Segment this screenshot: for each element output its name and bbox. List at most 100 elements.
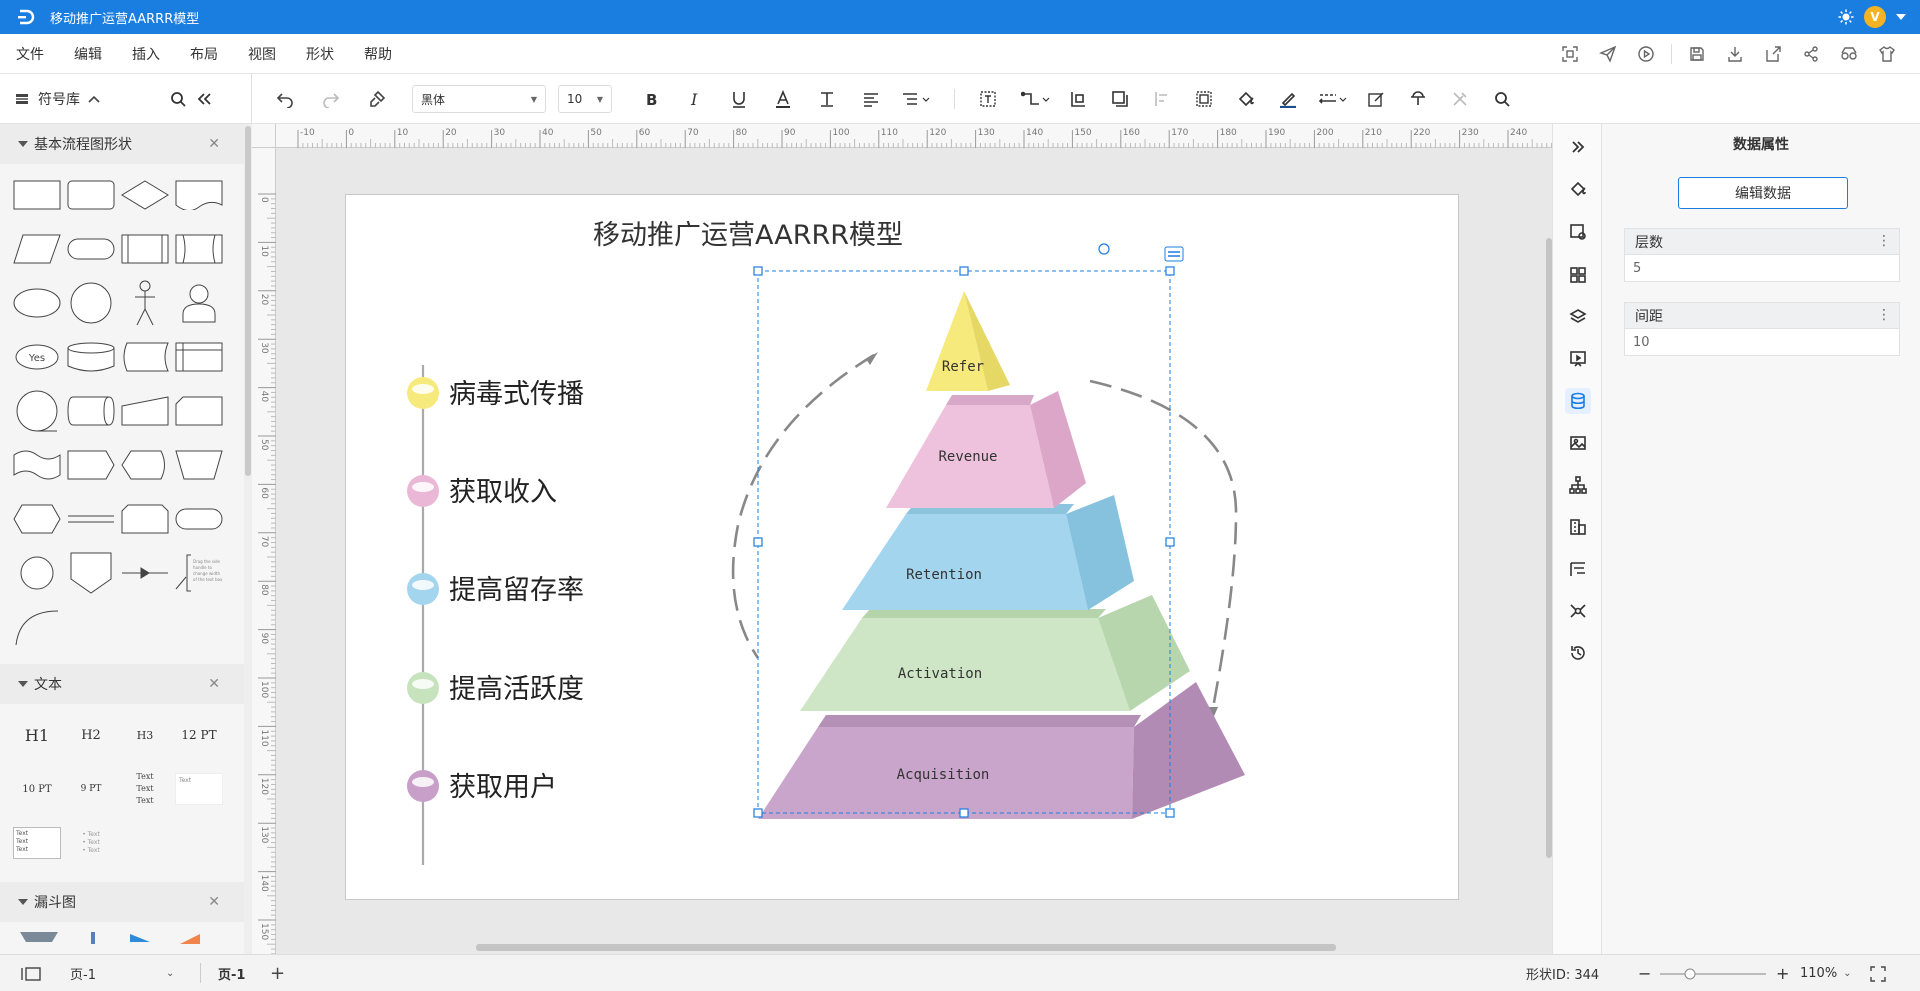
pyramid-layer-revenue[interactable]: Revenue <box>886 391 1086 508</box>
tools-icon[interactable] <box>1447 86 1473 112</box>
spacing-input[interactable]: 10 <box>1624 328 1900 356</box>
more-options-icon[interactable]: ⋮ <box>1877 307 1891 323</box>
app-logo-icon[interactable] <box>8 0 44 34</box>
undo-icon[interactable] <box>272 86 298 112</box>
shape-style-icon[interactable] <box>1565 219 1591 245</box>
building-icon[interactable] <box>1565 514 1591 540</box>
arrange-icon[interactable] <box>1065 86 1091 112</box>
preparation-shape[interactable] <box>10 492 64 546</box>
zoom-level[interactable]: 110% ⌄ <box>1800 955 1852 991</box>
shadow-icon[interactable] <box>1107 86 1133 112</box>
shirt-icon[interactable] <box>1874 41 1900 67</box>
funnel-shape[interactable] <box>18 928 60 944</box>
parallelogram-shape[interactable] <box>10 222 64 276</box>
manual-operation-shape[interactable] <box>172 438 226 492</box>
menu-view[interactable]: 视图 <box>248 44 276 64</box>
text-list-shape[interactable]: Text Text Text <box>118 762 172 816</box>
save-icon[interactable] <box>1684 41 1710 67</box>
canvas-horizontal-scrollbar[interactable] <box>276 944 1546 952</box>
anchor-icon[interactable] <box>1405 86 1431 112</box>
h3-text-shape[interactable]: H3 <box>118 708 172 762</box>
section-basic-flowchart[interactable]: 基本流程图形状 ✕ <box>0 124 244 164</box>
collapse-up-icon[interactable] <box>88 95 100 103</box>
zoom-in-icon[interactable]: + <box>1776 955 1789 991</box>
menu-file[interactable]: 文件 <box>16 44 44 64</box>
search-icon[interactable] <box>170 91 186 107</box>
edit-data-button[interactable]: 编辑数据 <box>1678 177 1848 209</box>
vip-badge-icon[interactable]: V <box>1864 6 1886 28</box>
scroll-thumb[interactable] <box>476 944 1336 951</box>
rounded-rectangle-shape[interactable] <box>64 168 118 222</box>
direct-data-shape[interactable] <box>64 384 118 438</box>
collaborate-icon[interactable] <box>1836 41 1862 67</box>
gantt-icon[interactable] <box>1565 556 1591 582</box>
pill-shape[interactable] <box>172 492 226 546</box>
find-icon[interactable] <box>1489 86 1515 112</box>
list-item[interactable]: 获取用户 <box>407 770 557 803</box>
font-size-select[interactable]: 10 ▼ <box>558 85 612 113</box>
history-icon[interactable] <box>1565 640 1591 666</box>
resize-handle[interactable] <box>1165 537 1175 547</box>
loop-limit-shape[interactable] <box>118 492 172 546</box>
cycle-arrow-left[interactable] <box>731 353 875 659</box>
layers-icon[interactable] <box>1565 304 1591 330</box>
diagram-page[interactable]: 移动推广运营AARRR模型 病毒式传播 获取收入 提高留存率 提高活跃度 获取用… <box>345 194 1459 900</box>
list-item[interactable]: 提高活跃度 <box>407 672 584 705</box>
arc-shape[interactable] <box>10 600 64 654</box>
rotate-handle[interactable] <box>1098 243 1110 255</box>
format-painter-icon[interactable] <box>364 86 390 112</box>
text-box-icon[interactable] <box>975 86 1001 112</box>
document-shape[interactable] <box>172 168 226 222</box>
sequential-data-shape[interactable] <box>10 384 64 438</box>
redo-icon[interactable] <box>318 86 344 112</box>
list-item[interactable]: 病毒式传播 <box>407 377 584 410</box>
terminator-shape[interactable] <box>64 222 118 276</box>
yes-shape[interactable]: Yes <box>10 330 64 384</box>
menu-layout[interactable]: 布局 <box>190 44 218 64</box>
page-tab[interactable]: 页-1 <box>218 955 245 991</box>
display-shape[interactable] <box>118 438 172 492</box>
list-item[interactable]: 提高留存率 <box>407 573 584 606</box>
cylinder-shape[interactable] <box>64 330 118 384</box>
mind-map-icon[interactable] <box>1565 598 1591 624</box>
process-shape[interactable] <box>118 222 172 276</box>
edit-shape-icon[interactable] <box>1363 86 1389 112</box>
funnel-bar-shape[interactable] <box>78 928 108 944</box>
send-icon[interactable] <box>1595 41 1621 67</box>
list-item[interactable]: 获取收入 <box>407 475 557 508</box>
share-icon[interactable] <box>1798 41 1824 67</box>
text-style-icon[interactable] <box>814 86 840 112</box>
tape-shape[interactable] <box>10 438 64 492</box>
card-shape[interactable] <box>172 384 226 438</box>
predefined-process-shape[interactable] <box>172 222 226 276</box>
annotation-shape[interactable]: Drag the side handle to change width of the… <box>172 546 226 600</box>
theme-sun-icon[interactable] <box>1838 9 1854 25</box>
rectangle-shape[interactable] <box>10 168 64 222</box>
internal-storage-shape[interactable] <box>172 330 226 384</box>
fill-style-icon[interactable] <box>1565 176 1591 202</box>
resize-handle[interactable] <box>753 266 763 276</box>
diamond-shape[interactable] <box>118 168 172 222</box>
9pt-text-shape[interactable]: 9 PT <box>64 762 118 816</box>
collapse-left-icon[interactable] <box>196 91 212 107</box>
data-layers-icon[interactable] <box>1164 246 1184 262</box>
org-chart-icon[interactable] <box>1565 472 1591 498</box>
12pt-text-shape[interactable]: 12 PT <box>172 708 226 762</box>
resize-handle[interactable] <box>959 266 969 276</box>
play-icon[interactable] <box>1633 41 1659 67</box>
close-icon[interactable]: ✕ <box>208 676 220 692</box>
h2-text-shape[interactable]: H2 <box>64 708 118 762</box>
menu-insert[interactable]: 插入 <box>132 44 160 64</box>
presentation-icon[interactable] <box>1565 346 1591 372</box>
manual-input-shape[interactable] <box>118 384 172 438</box>
section-funnel[interactable]: 漏斗图 ✕ <box>0 882 244 922</box>
ellipse-shape[interactable] <box>10 276 64 330</box>
close-icon[interactable]: ✕ <box>208 894 220 910</box>
pyramid-layer-refer[interactable]: Refer <box>926 291 1010 391</box>
download-icon[interactable] <box>1722 41 1748 67</box>
image-icon[interactable] <box>1565 430 1591 456</box>
section-text[interactable]: 文本 ✕ <box>0 664 244 704</box>
actor-shape[interactable] <box>118 276 172 330</box>
parallel-lines-shape[interactable] <box>64 492 118 546</box>
off-page-reference-shape[interactable] <box>64 546 118 600</box>
